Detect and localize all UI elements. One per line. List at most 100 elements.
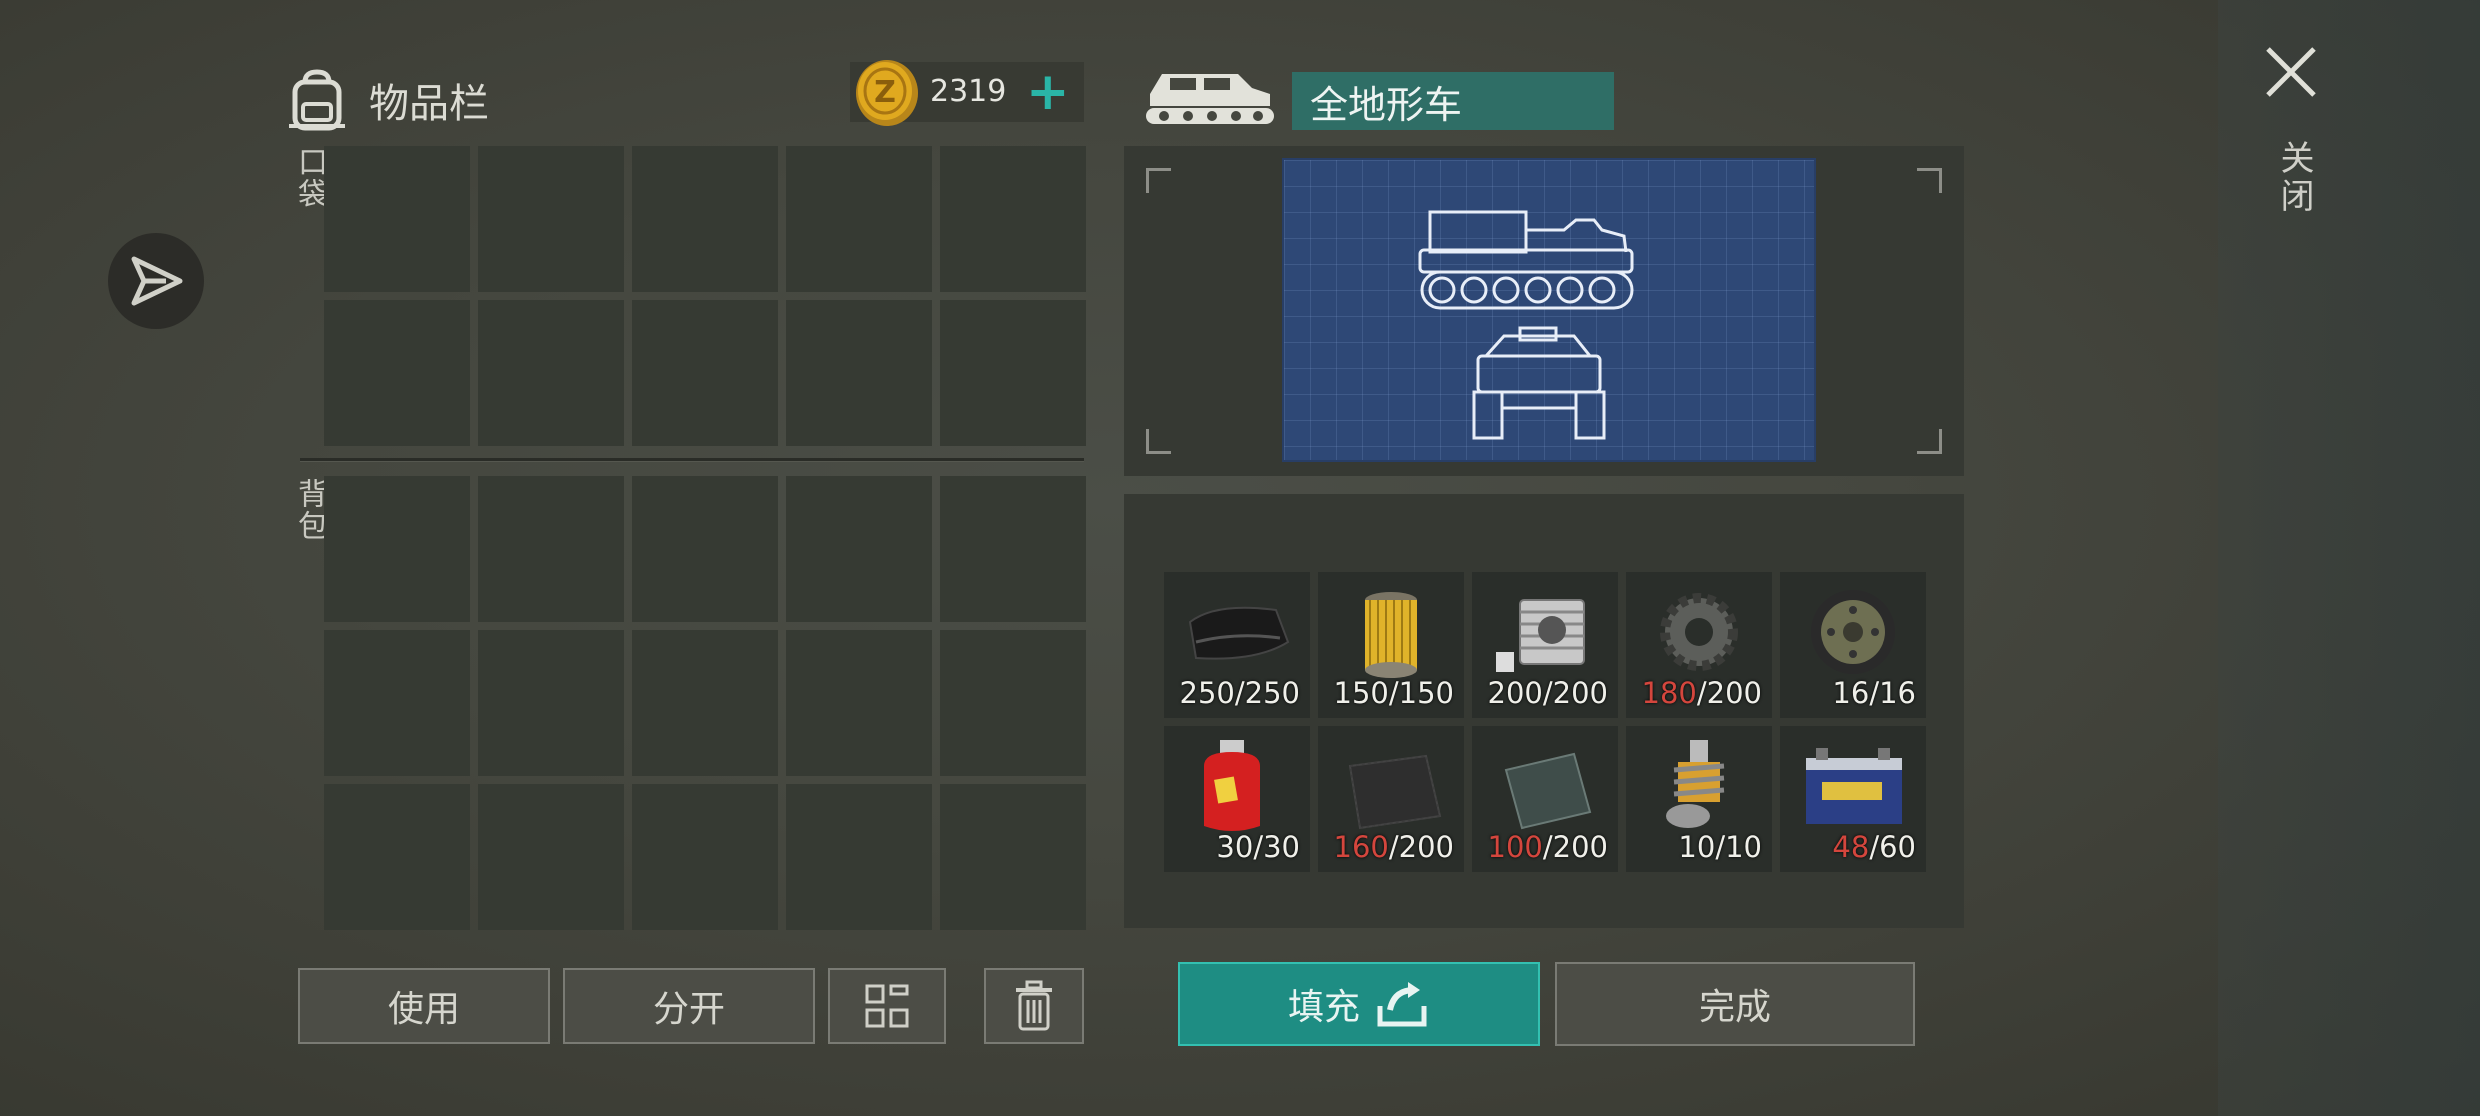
shock-absorber-icon xyxy=(1666,740,1725,828)
carbon-fiber-icon xyxy=(1348,754,1442,830)
materials-panel: 250/250 150/150 200/200 180/200 16/16 30/30 16… xyxy=(1124,494,1964,928)
material-slot[interactable]: 150/150 xyxy=(1318,572,1464,718)
pocket-slot[interactable] xyxy=(786,300,932,446)
material-have: 10 xyxy=(1678,830,1716,864)
engine-cylinder-icon xyxy=(1496,599,1585,672)
pocket-slot[interactable] xyxy=(940,300,1086,446)
backpack-slot[interactable] xyxy=(632,476,778,622)
fill-arrow-icon xyxy=(1377,982,1427,1027)
material-count: 48/60 xyxy=(1832,830,1916,864)
material-need: 150 xyxy=(1398,676,1454,710)
material-count: 16/16 xyxy=(1832,676,1916,710)
material-slot[interactable]: 16/16 xyxy=(1780,572,1926,718)
material-separator: / xyxy=(1388,830,1399,864)
backpack-slot[interactable] xyxy=(940,476,1086,622)
backpack-slot[interactable] xyxy=(632,784,778,930)
fill-button[interactable]: 填充 xyxy=(1178,962,1540,1046)
split-button-label: 分开 xyxy=(652,989,725,1030)
rubber-icon xyxy=(1188,606,1290,660)
grid-sort-icon xyxy=(865,984,909,1028)
backpack-slot[interactable] xyxy=(940,630,1086,776)
backpack-slot[interactable] xyxy=(632,630,778,776)
pocket-grid xyxy=(324,146,1086,446)
wheel-rim-icon xyxy=(1811,590,1895,674)
gas-cylinder-icon xyxy=(1204,740,1260,831)
side-band xyxy=(2218,0,2480,1116)
backpack-slot[interactable] xyxy=(478,630,624,776)
split-button[interactable]: 分开 xyxy=(563,968,815,1044)
pocket-slot[interactable] xyxy=(478,146,624,292)
send-button[interactable] xyxy=(108,233,204,329)
material-separator: / xyxy=(1234,676,1245,710)
material-have: 48 xyxy=(1832,830,1870,864)
material-have: 16 xyxy=(1832,676,1870,710)
pocket-slot[interactable] xyxy=(478,300,624,446)
backpack-grid xyxy=(324,476,1086,930)
pocket-slot[interactable] xyxy=(324,146,470,292)
material-count: 160/200 xyxy=(1334,830,1455,864)
materials-grid: 250/250 150/150 200/200 180/200 16/16 30/30 16… xyxy=(1164,572,1926,872)
material-have: 160 xyxy=(1333,830,1389,864)
gear-icon xyxy=(1660,593,1738,671)
material-need: 250 xyxy=(1244,676,1300,710)
material-count: 180/200 xyxy=(1642,676,1763,710)
material-need: 200 xyxy=(1706,676,1762,710)
backpack-slot[interactable] xyxy=(324,784,470,930)
material-need: 200 xyxy=(1552,830,1608,864)
pocket-slot[interactable] xyxy=(324,300,470,446)
add-coins-button[interactable]: + xyxy=(1026,66,1070,118)
svg-text:Z: Z xyxy=(874,75,896,110)
material-separator: / xyxy=(1542,676,1553,710)
backpack-slot[interactable] xyxy=(324,476,470,622)
battery-icon xyxy=(1806,748,1902,824)
inventory-header: 物品栏 xyxy=(285,55,489,145)
material-need: 10 xyxy=(1725,830,1762,864)
material-count: 250/250 xyxy=(1180,676,1301,710)
send-icon xyxy=(131,256,183,306)
material-count: 30/30 xyxy=(1216,830,1300,864)
backpack-slot[interactable] xyxy=(940,784,1086,930)
material-slot[interactable]: 200/200 xyxy=(1472,572,1618,718)
pocket-slot[interactable] xyxy=(632,300,778,446)
material-slot[interactable]: 160/200 xyxy=(1318,726,1464,872)
material-slot[interactable]: 180/200 xyxy=(1626,572,1772,718)
material-slot[interactable]: 100/200 xyxy=(1472,726,1618,872)
pocket-slot[interactable] xyxy=(940,146,1086,292)
material-need: 30 xyxy=(1263,830,1300,864)
pocket-slot[interactable] xyxy=(632,146,778,292)
trash-button[interactable] xyxy=(984,968,1084,1044)
backpack-slot[interactable] xyxy=(786,476,932,622)
material-slot[interactable]: 10/10 xyxy=(1626,726,1772,872)
close-label[interactable]: 关闭 xyxy=(2270,140,2319,216)
oil-filter-icon xyxy=(1365,592,1417,678)
use-button-label: 使用 xyxy=(387,989,460,1030)
material-count: 10/10 xyxy=(1678,830,1762,864)
material-separator: / xyxy=(1542,830,1553,864)
material-slot[interactable]: 250/250 xyxy=(1164,572,1310,718)
vehicle-blueprint-icon xyxy=(1418,210,1634,440)
material-need: 200 xyxy=(1552,676,1608,710)
backpack-slot[interactable] xyxy=(324,630,470,776)
backpack-slot[interactable] xyxy=(786,630,932,776)
backpack-slot[interactable] xyxy=(478,476,624,622)
corner-bracket xyxy=(1146,429,1171,454)
done-button[interactable]: 完成 xyxy=(1555,962,1915,1046)
vehicle-name: 全地形车 xyxy=(1292,72,1614,130)
material-slot[interactable]: 48/60 xyxy=(1780,726,1926,872)
material-slot[interactable]: 30/30 xyxy=(1164,726,1310,872)
currency-box: Z 2319 + xyxy=(850,60,1084,126)
backpack-slot[interactable] xyxy=(786,784,932,930)
material-need: 200 xyxy=(1398,830,1454,864)
material-separator: / xyxy=(1696,676,1707,710)
sort-button[interactable] xyxy=(828,968,946,1044)
use-button[interactable]: 使用 xyxy=(298,968,550,1044)
pocket-slot[interactable] xyxy=(786,146,932,292)
close-icon[interactable] xyxy=(2264,45,2318,99)
material-have: 100 xyxy=(1487,830,1543,864)
coin-icon: Z xyxy=(856,60,918,126)
material-have: 250 xyxy=(1179,676,1235,710)
trash-icon xyxy=(1016,980,1052,1031)
backpack-slot[interactable] xyxy=(478,784,624,930)
coin-count: 2319 xyxy=(930,74,1007,109)
corner-bracket xyxy=(1917,429,1942,454)
